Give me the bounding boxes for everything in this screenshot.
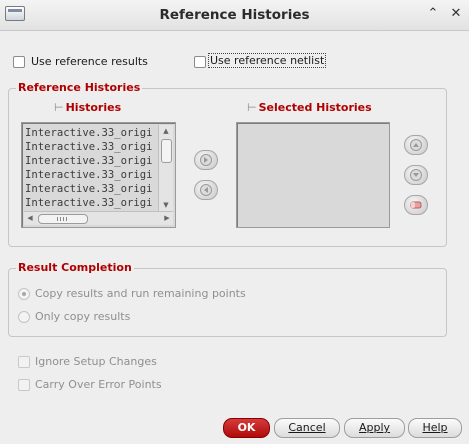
move-down-button[interactable] bbox=[404, 165, 428, 185]
selected-histories-list[interactable] bbox=[236, 122, 390, 228]
histories-list-item[interactable]: Interactive.33_origi bbox=[25, 154, 157, 168]
apply-button[interactable]: Apply bbox=[344, 418, 405, 438]
header-tick-icon: ⊢ bbox=[54, 101, 64, 114]
copy-only-label[interactable]: Only copy results bbox=[35, 310, 130, 323]
scroll-down-arrow-icon[interactable]: ▼ bbox=[159, 199, 173, 211]
use-reference-results-label[interactable]: Use reference results bbox=[31, 55, 148, 68]
histories-list-item[interactable]: Interactive.33_origi bbox=[25, 196, 157, 210]
use-reference-netlist-checkbox[interactable] bbox=[194, 56, 206, 68]
remove-from-selected-button[interactable] bbox=[194, 180, 218, 200]
use-reference-netlist-label[interactable]: Use reference netlist bbox=[207, 53, 327, 68]
help-button[interactable]: Help bbox=[408, 418, 462, 438]
histories-list[interactable]: Interactive.33_origi Interactive.33_origi… bbox=[21, 122, 176, 228]
ignore-setup-changes-checkbox[interactable] bbox=[18, 356, 30, 368]
horizontal-scroll-thumb[interactable] bbox=[38, 214, 88, 224]
window-title: Reference Histories bbox=[159, 7, 310, 23]
selected-histories-header: ⊢ Selected Histories bbox=[247, 101, 372, 114]
histories-list-item[interactable]: Interactive.33_origi bbox=[25, 182, 157, 196]
histories-list-item[interactable]: Interactive.33_origi bbox=[25, 140, 157, 154]
move-up-button[interactable] bbox=[404, 135, 428, 155]
histories-vertical-scrollbar[interactable]: ▲ ▼ bbox=[158, 125, 173, 211]
close-icon[interactable]: ✕ bbox=[448, 6, 464, 22]
clear-selection-button[interactable] bbox=[404, 195, 428, 215]
histories-list-item[interactable]: Interactive.33_origi bbox=[25, 168, 157, 182]
eraser-icon bbox=[410, 201, 422, 209]
ok-button[interactable]: OK bbox=[223, 418, 270, 438]
reference-histories-group-title: Reference Histories bbox=[16, 81, 143, 94]
header-tick-icon: ⊢ bbox=[247, 101, 257, 114]
copy-only-radio[interactable] bbox=[18, 311, 30, 323]
result-completion-group-title: Result Completion bbox=[16, 261, 134, 274]
add-to-selected-button[interactable] bbox=[194, 150, 218, 170]
scroll-left-arrow-icon[interactable]: ◀ bbox=[24, 212, 36, 225]
vertical-scroll-thumb[interactable] bbox=[161, 139, 172, 163]
carry-over-error-points-label[interactable]: Carry Over Error Points bbox=[35, 378, 162, 391]
histories-header: ⊢ Histories bbox=[54, 101, 122, 114]
ignore-setup-changes-label[interactable]: Ignore Setup Changes bbox=[35, 355, 157, 368]
cancel-button[interactable]: Cancel bbox=[274, 418, 340, 438]
copy-and-run-label[interactable]: Copy results and run remaining points bbox=[35, 287, 246, 300]
collapse-icon[interactable]: ⌃ bbox=[425, 6, 441, 22]
arrow-up-icon bbox=[410, 139, 422, 151]
copy-and-run-radio[interactable] bbox=[18, 288, 30, 300]
carry-over-error-points-checkbox[interactable] bbox=[18, 379, 30, 391]
histories-list-item[interactable]: Interactive.33_origi bbox=[25, 126, 157, 140]
arrow-right-icon bbox=[200, 154, 212, 166]
use-reference-results-checkbox[interactable] bbox=[13, 56, 25, 68]
scroll-up-arrow-icon[interactable]: ▲ bbox=[159, 125, 173, 137]
title-bar: Reference Histories ⌃ ✕ bbox=[0, 0, 469, 31]
histories-list-items: Interactive.33_origi Interactive.33_origi… bbox=[25, 126, 157, 210]
result-completion-group bbox=[8, 268, 447, 337]
arrow-down-icon bbox=[410, 169, 422, 181]
arrow-left-icon bbox=[200, 184, 212, 196]
scroll-right-arrow-icon[interactable]: ▶ bbox=[161, 212, 173, 225]
histories-horizontal-scrollbar[interactable]: ◀ ▶ bbox=[24, 211, 173, 225]
